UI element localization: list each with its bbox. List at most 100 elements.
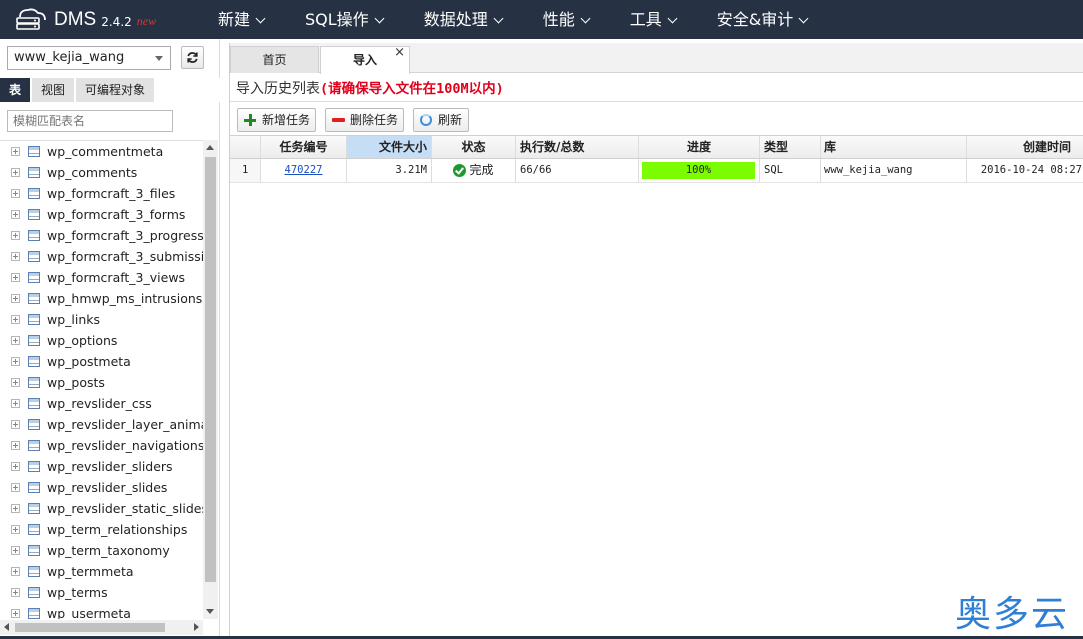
tree-horizontal-scrollbar[interactable] bbox=[0, 620, 203, 635]
tree-item[interactable]: wp_options bbox=[0, 330, 203, 351]
tree-item[interactable]: wp_terms bbox=[0, 582, 203, 603]
expand-icon[interactable] bbox=[11, 609, 20, 618]
tree-item-label: wp_revslider_layer_animations bbox=[47, 417, 203, 432]
tree-item[interactable]: wp_posts bbox=[0, 372, 203, 393]
task-id-link[interactable]: 470227 bbox=[285, 164, 323, 176]
tree-item-label: wp_terms bbox=[47, 585, 108, 600]
tree-item-label: wp_options bbox=[47, 333, 118, 348]
tree-item[interactable]: wp_formcraft_3_views bbox=[0, 267, 203, 288]
expand-icon[interactable] bbox=[11, 546, 20, 555]
menu-tools[interactable]: 工具 bbox=[630, 0, 678, 39]
header-type[interactable]: 类型 bbox=[760, 136, 821, 158]
tree-item-label: wp_revslider_static_slides bbox=[47, 501, 203, 516]
expand-icon[interactable] bbox=[11, 210, 20, 219]
expand-icon[interactable] bbox=[11, 294, 20, 303]
table-tree: wp_commentmeta wp_comments wp_formcraft_3_… bbox=[0, 140, 203, 619]
expand-icon[interactable] bbox=[11, 588, 20, 597]
header-created-time[interactable]: 创建时间 bbox=[967, 136, 1083, 158]
tab-home[interactable]: 首页 bbox=[230, 46, 319, 73]
table-icon bbox=[28, 503, 40, 514]
tree-item[interactable]: wp_formcraft_3_files bbox=[0, 183, 203, 204]
tree-item[interactable]: wp_revslider_layer_animations bbox=[0, 414, 203, 435]
expand-icon[interactable] bbox=[11, 315, 20, 324]
scroll-left-arrow-icon[interactable] bbox=[4, 623, 9, 631]
expand-icon[interactable] bbox=[11, 420, 20, 429]
tab-import[interactable]: 导入 × bbox=[320, 45, 410, 74]
expand-icon[interactable] bbox=[11, 441, 20, 450]
header-progress[interactable]: 进度 bbox=[639, 136, 760, 158]
table-filter-input[interactable] bbox=[7, 110, 173, 132]
tree-item[interactable]: wp_comments bbox=[0, 162, 203, 183]
database-select[interactable]: www_kejia_wang bbox=[7, 46, 171, 70]
expand-icon[interactable] bbox=[11, 168, 20, 177]
tree-item-label: wp_term_relationships bbox=[47, 522, 188, 537]
expand-icon[interactable] bbox=[11, 231, 20, 240]
expand-icon[interactable] bbox=[11, 378, 20, 387]
expand-icon[interactable] bbox=[11, 483, 20, 492]
header-exec-count[interactable]: 执行数/总数 bbox=[516, 136, 639, 158]
refresh-button[interactable]: 刷新 bbox=[413, 108, 469, 132]
menu-performance[interactable]: 性能 bbox=[543, 0, 591, 39]
exec-count-cell: 66/66 bbox=[516, 159, 639, 182]
header-task-id[interactable]: 任务编号 bbox=[261, 136, 347, 158]
table-icon bbox=[28, 524, 40, 535]
table-row[interactable]: 1 470227 3.21M 完成 66/66 100% SQL www_kej… bbox=[230, 159, 1083, 183]
app-logo[interactable]: DMS 2.4.2 new bbox=[14, 6, 156, 33]
menu-security[interactable]: 安全&审计 bbox=[717, 0, 809, 39]
tree-item[interactable]: wp_formcraft_3_submissions bbox=[0, 246, 203, 267]
row-number: 1 bbox=[230, 159, 261, 182]
scroll-down-arrow-icon[interactable] bbox=[206, 609, 214, 614]
scroll-thumb[interactable] bbox=[15, 623, 165, 632]
table-icon bbox=[28, 461, 40, 472]
expand-icon[interactable] bbox=[11, 336, 20, 345]
menu-sql[interactable]: SQL操作 bbox=[305, 0, 385, 39]
expand-icon[interactable] bbox=[11, 189, 20, 198]
expand-icon[interactable] bbox=[11, 357, 20, 366]
tree-item[interactable]: wp_revslider_sliders bbox=[0, 456, 203, 477]
tree-item[interactable]: wp_termmeta bbox=[0, 561, 203, 582]
tree-item[interactable]: wp_term_taxonomy bbox=[0, 540, 203, 561]
expand-icon[interactable] bbox=[11, 399, 20, 408]
expand-icon[interactable] bbox=[11, 147, 20, 156]
expand-icon[interactable] bbox=[11, 252, 20, 261]
header-file-size[interactable]: 文件大小 bbox=[347, 136, 432, 158]
tab-tables[interactable]: 表 bbox=[0, 78, 31, 102]
tree-item-label: wp_links bbox=[47, 312, 101, 327]
main-panel: 首页 导入 × 导入历史列表(请确保导入文件在100M以内) 新增任务 删除任务… bbox=[229, 43, 1083, 639]
add-task-button[interactable]: 新增任务 bbox=[237, 108, 316, 132]
refresh-tables-button[interactable] bbox=[181, 46, 204, 69]
tree-item[interactable]: wp_usermeta bbox=[0, 603, 203, 619]
tree-item[interactable]: wp_hmwp_ms_intrusions bbox=[0, 288, 203, 309]
chevron-down-icon bbox=[667, 13, 678, 24]
refresh-icon bbox=[420, 114, 432, 126]
tree-item[interactable]: wp_revslider_css bbox=[0, 393, 203, 414]
tree-item[interactable]: wp_formcraft_3_progress bbox=[0, 225, 203, 246]
expand-icon[interactable] bbox=[11, 273, 20, 282]
tree-item[interactable]: wp_links bbox=[0, 309, 203, 330]
tree-item[interactable]: wp_term_relationships bbox=[0, 519, 203, 540]
tree-vertical-scrollbar[interactable] bbox=[203, 140, 218, 619]
tree-item[interactable]: wp_postmeta bbox=[0, 351, 203, 372]
tree-item[interactable]: wp_revslider_navigations bbox=[0, 435, 203, 456]
tree-item-label: wp_formcraft_3_forms bbox=[47, 207, 186, 222]
tree-item[interactable]: wp_revslider_static_slides bbox=[0, 498, 203, 519]
expand-icon[interactable] bbox=[11, 504, 20, 513]
tree-item[interactable]: wp_revslider_slides bbox=[0, 477, 203, 498]
expand-icon[interactable] bbox=[11, 525, 20, 534]
menu-new[interactable]: 新建 bbox=[218, 0, 266, 39]
tree-item[interactable]: wp_commentmeta bbox=[0, 141, 203, 162]
close-icon[interactable]: × bbox=[394, 39, 405, 66]
delete-task-button[interactable]: 删除任务 bbox=[325, 108, 404, 132]
tab-programmable[interactable]: 可编程对象 bbox=[76, 78, 155, 102]
scroll-up-arrow-icon[interactable] bbox=[206, 145, 214, 150]
scroll-right-arrow-icon[interactable] bbox=[194, 623, 199, 631]
scroll-thumb[interactable] bbox=[205, 157, 216, 582]
expand-icon[interactable] bbox=[11, 567, 20, 576]
header-database[interactable]: 库 bbox=[821, 136, 967, 158]
menu-data[interactable]: 数据处理 bbox=[424, 0, 504, 39]
header-state[interactable]: 状态 bbox=[432, 136, 516, 158]
tree-item-label: wp_formcraft_3_views bbox=[47, 270, 186, 285]
expand-icon[interactable] bbox=[11, 462, 20, 471]
tree-item[interactable]: wp_formcraft_3_forms bbox=[0, 204, 203, 225]
tab-views[interactable]: 视图 bbox=[32, 78, 75, 102]
